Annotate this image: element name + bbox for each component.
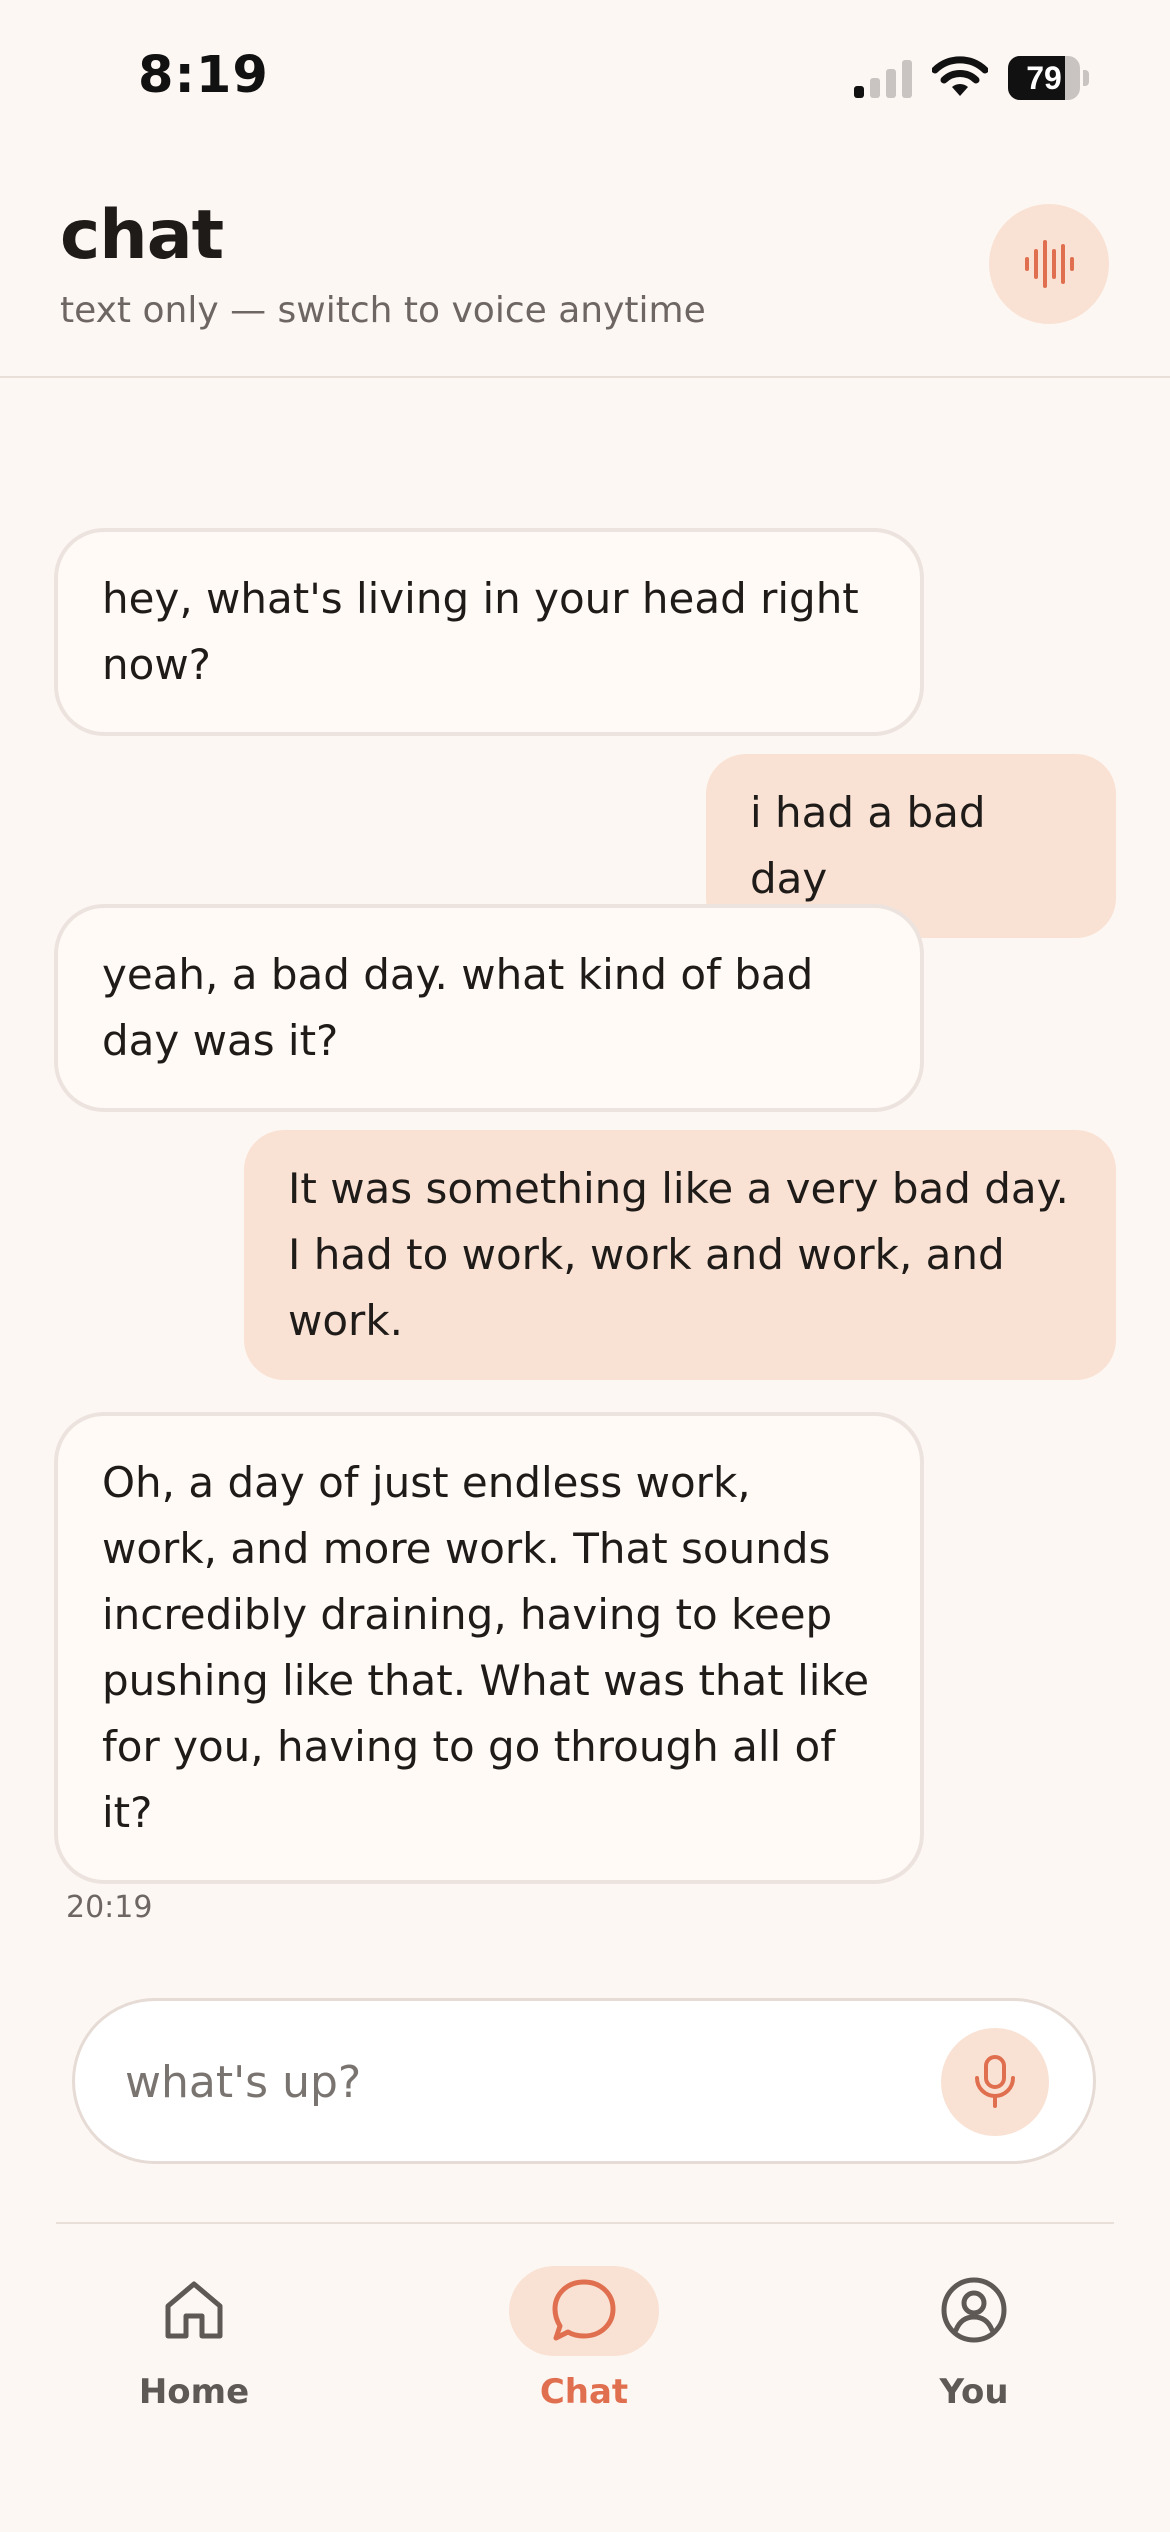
chat-bubble-icon <box>552 2279 616 2341</box>
user-message: It was something like a very bad day. I … <box>244 1130 1116 1380</box>
message-list[interactable]: hey, what's living in your head right no… <box>0 378 1170 1925</box>
tab-bar-divider <box>56 2222 1114 2224</box>
tab-home[interactable]: Home <box>74 2262 314 2432</box>
status-bar: 8:19 79 <box>0 0 1170 140</box>
battery-icon: 79 <box>1008 56 1090 100</box>
bot-message: yeah, a bad day. what kind of bad day wa… <box>54 904 924 1112</box>
tab-home-label: Home <box>138 2372 250 2412</box>
microphone-button[interactable] <box>941 2028 1049 2136</box>
wifi-icon <box>931 56 989 98</box>
cellular-signal-icon <box>854 60 914 98</box>
tab-you-label: You <box>939 2372 1009 2412</box>
message-composer <box>72 1998 1096 2164</box>
user-circle-icon <box>941 2277 1007 2343</box>
status-time: 8:19 <box>138 46 269 105</box>
bot-message: hey, what's living in your head right no… <box>54 528 924 736</box>
tab-you[interactable]: You <box>854 2262 1094 2432</box>
bot-message: Oh, a day of just endless work, work, an… <box>54 1412 924 1884</box>
home-icon <box>165 2281 223 2339</box>
battery-percentage: 79 <box>1026 60 1062 96</box>
tab-chat[interactable]: Chat <box>464 2262 704 2432</box>
page-title: chat <box>60 196 224 275</box>
page-subtitle: text only — switch to voice anytime <box>60 290 706 331</box>
chat-header: chat text only — switch to voice anytime <box>0 140 1170 378</box>
tab-chat-label: Chat <box>539 2372 629 2412</box>
message-timestamp: 20:19 <box>66 1890 153 1925</box>
message-input[interactable] <box>123 2037 947 2127</box>
voice-waveform-icon <box>1025 240 1074 288</box>
microphone-icon <box>975 2055 1015 2108</box>
switch-to-voice-button[interactable] <box>989 204 1109 324</box>
